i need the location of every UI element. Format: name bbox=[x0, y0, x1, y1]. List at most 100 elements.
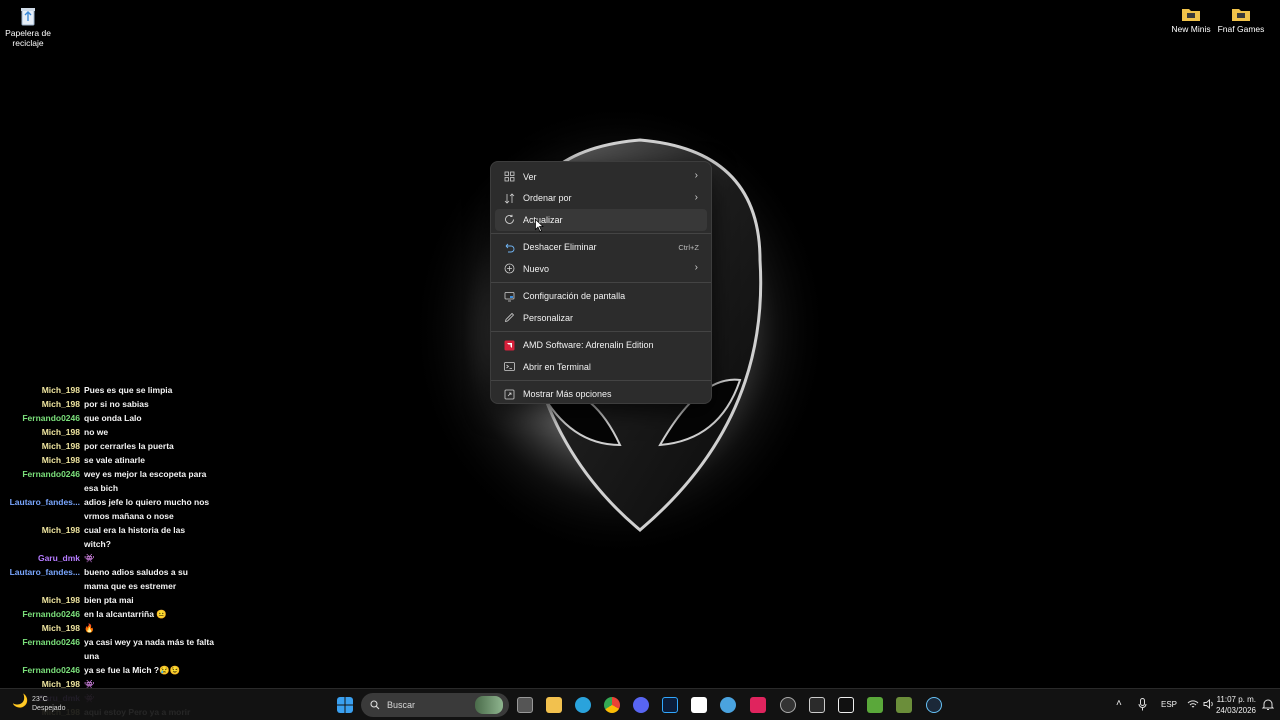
menu-item-label: AMD Software: Adrenalin Edition bbox=[523, 340, 654, 351]
menu-item-mostrar-mas-opciones[interactable]: Mostrar Más opciones bbox=[495, 384, 707, 406]
chat-username[interactable]: Mich_198 bbox=[0, 439, 84, 453]
desktop-icon-fnaf-games[interactable]: Fnaf Games bbox=[1213, 6, 1269, 34]
chat-message: Mich_198 bien pta mai bbox=[0, 593, 220, 607]
menu-item-nuevo[interactable]: Nuevo › bbox=[495, 258, 707, 280]
chat-message: Mich_198 por si no sabias bbox=[0, 397, 220, 411]
start-icon[interactable] bbox=[337, 697, 353, 713]
clock-time: 11:07 p. m. bbox=[1216, 695, 1256, 704]
desktop-context-menu: Ver › Ordenar por › Actualizar Deshacer … bbox=[490, 161, 712, 404]
grid-icon bbox=[504, 171, 515, 182]
chat-username[interactable]: Lautaro_fandes... bbox=[0, 495, 84, 523]
amd-icon bbox=[504, 340, 515, 350]
task-view-icon[interactable] bbox=[517, 697, 533, 713]
chat-message: Mich_198 por cerrarles la puerta bbox=[0, 439, 220, 453]
chat-message: Fernando0246 en la alcantarriña 😐 bbox=[0, 607, 220, 621]
chat-message: Fernando0246 ya casi wey ya nada más te f… bbox=[0, 635, 220, 663]
sort-icon bbox=[504, 192, 515, 204]
search-icon bbox=[370, 700, 380, 710]
chat-username[interactable]: Mich_198 bbox=[0, 523, 84, 551]
folder-icon bbox=[1232, 9, 1250, 21]
chat-username[interactable]: Mich_198 bbox=[0, 593, 84, 607]
chat-username[interactable]: Garu_dmk bbox=[0, 551, 84, 565]
weather-widget[interactable]: 🌙 23°C Despejado bbox=[12, 694, 65, 713]
chat-message: Mich_198 🔥 bbox=[0, 621, 220, 635]
desktop-icon-new-minis[interactable]: New Minis bbox=[1163, 6, 1219, 34]
clock[interactable]: 11:07 p. m. 24/03/2026 bbox=[1216, 694, 1256, 716]
chat-username[interactable]: Mich_198 bbox=[0, 383, 84, 397]
menu-item-actualizar[interactable]: Actualizar bbox=[495, 209, 707, 231]
chat-username[interactable]: Fernando0246 bbox=[0, 663, 84, 677]
chat-username[interactable]: Fernando0246 bbox=[0, 635, 84, 663]
menu-item-configuracion-pantalla[interactable]: Configuración de pantalla bbox=[495, 286, 707, 308]
chat-username[interactable]: Fernando0246 bbox=[0, 607, 84, 621]
photoshop-icon[interactable] bbox=[662, 697, 678, 713]
chat-username[interactable]: Mich_198 bbox=[0, 425, 84, 439]
menu-item-label: Nuevo bbox=[523, 263, 550, 274]
chat-message-text: 🔥 bbox=[84, 623, 95, 633]
minecraft-launcher-icon[interactable] bbox=[896, 697, 912, 713]
chat-message-text: wey es mejor la escopeta para esa bich bbox=[84, 469, 207, 493]
menu-item-amd-software[interactable]: AMD Software: Adrenalin Edition bbox=[495, 335, 707, 357]
chevron-right-icon: › bbox=[694, 170, 698, 181]
capcut-icon[interactable] bbox=[691, 697, 707, 713]
chat-username[interactable]: Mich_198 bbox=[0, 621, 84, 635]
chat-message-text: adios jefe lo quiero mucho nos vrmos mañ… bbox=[84, 497, 210, 521]
chat-message-text: bueno adios saludos a su mama que es est… bbox=[84, 567, 188, 591]
chat-message-text: 👾 bbox=[84, 553, 95, 563]
menu-item-shortcut: Ctrl+Z bbox=[678, 242, 699, 252]
menu-item-label: Configuración de pantalla bbox=[523, 291, 626, 302]
chrome-icon[interactable] bbox=[604, 697, 620, 713]
recycle-bin-icon bbox=[21, 8, 35, 26]
telegram-icon[interactable] bbox=[575, 697, 591, 713]
chat-username[interactable]: Fernando0246 bbox=[0, 411, 84, 425]
chat-username[interactable]: Fernando0246 bbox=[0, 467, 84, 495]
desktop-icon-label: New Minis bbox=[1171, 24, 1211, 34]
menu-separator bbox=[491, 380, 711, 381]
menu-item-deshacer-eliminar[interactable]: Deshacer Eliminar Ctrl+Z bbox=[495, 237, 707, 259]
chat-username[interactable]: Lautaro_fandes... bbox=[0, 565, 84, 593]
chat-username[interactable]: Mich_198 bbox=[0, 453, 84, 467]
discord-icon[interactable] bbox=[633, 697, 649, 713]
chat-message-text: ya casi wey ya nada más te falta una bbox=[84, 637, 214, 661]
chat-message-text: Pues es que se limpia bbox=[84, 385, 173, 395]
file-explorer-icon[interactable] bbox=[546, 697, 562, 713]
steam-overlay-icon[interactable] bbox=[780, 697, 796, 713]
chat-username[interactable]: Mich_198 bbox=[0, 397, 84, 411]
menu-item-ver[interactable]: Ver › bbox=[495, 166, 707, 188]
taskbar-search-box[interactable]: Buscar bbox=[361, 693, 509, 717]
folder-icon bbox=[1182, 9, 1200, 21]
epic-games-icon[interactable] bbox=[809, 697, 825, 713]
menu-item-ordenar-por[interactable]: Ordenar por › bbox=[495, 188, 707, 210]
chat-message-text: se vale atinarle bbox=[84, 455, 145, 465]
minecraft-icon[interactable] bbox=[867, 697, 883, 713]
chevron-up-icon[interactable]: ˄ bbox=[1116, 698, 1122, 709]
chat-message: Garu_dmk👾 bbox=[0, 551, 220, 565]
chat-message-text: en la alcantarriña 😐 bbox=[84, 609, 167, 619]
desktop-icon-recycle-bin[interactable]: Papelera de reciclaje bbox=[0, 6, 56, 48]
chat-message: Fernando0246 que onda Lalo bbox=[0, 411, 220, 425]
capcut-pro-icon[interactable] bbox=[838, 697, 854, 713]
chat-message-list: Mich_198 Pues es que se limpia Mich_198 por… bbox=[0, 383, 220, 719]
tiktok-icon[interactable] bbox=[750, 697, 766, 713]
menu-separator bbox=[491, 233, 711, 234]
app-icon[interactable] bbox=[720, 697, 736, 713]
chat-message: Fernando0246 wey es mejor la escopeta par… bbox=[0, 467, 220, 495]
chat-message-text: por si no sabias bbox=[84, 399, 149, 409]
search-placeholder: Buscar bbox=[387, 700, 416, 710]
menu-item-personalizar[interactable]: Personalizar bbox=[495, 307, 707, 329]
chat-message-text: cual era la historia de las witch? bbox=[84, 525, 186, 549]
microphone-icon[interactable] bbox=[1138, 698, 1147, 711]
chat-message-text: que onda Lalo bbox=[84, 413, 142, 423]
menu-item-abrir-terminal[interactable]: Abrir en Terminal bbox=[495, 356, 707, 378]
language-indicator[interactable]: ESP bbox=[1161, 700, 1177, 709]
notification-bell-icon[interactable] bbox=[1262, 698, 1274, 711]
chevron-right-icon: › bbox=[694, 262, 698, 273]
more-options-icon bbox=[504, 389, 515, 399]
plus-circle-icon bbox=[504, 263, 515, 274]
wifi-icon[interactable] bbox=[1187, 699, 1199, 709]
steam-icon[interactable] bbox=[926, 697, 942, 713]
menu-item-label: Personalizar bbox=[523, 312, 574, 323]
volume-icon[interactable] bbox=[1203, 699, 1215, 709]
chat-message-text: no we bbox=[84, 427, 109, 437]
terminal-icon bbox=[504, 362, 515, 371]
